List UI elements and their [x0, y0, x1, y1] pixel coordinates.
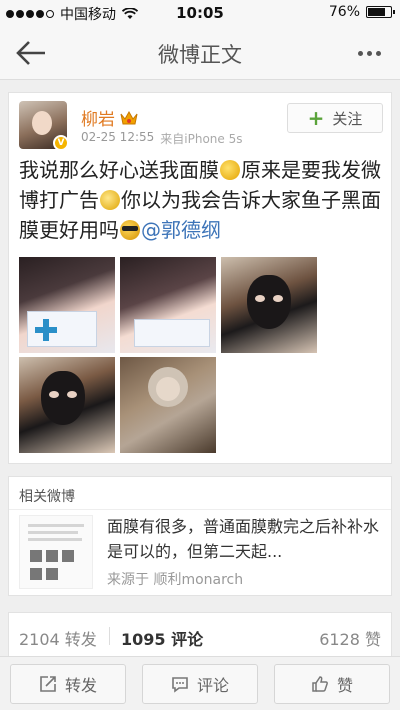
- sunglasses-emoji-icon: [120, 220, 140, 240]
- plus-icon: +: [307, 106, 325, 130]
- thumbs-up-icon: [312, 676, 328, 692]
- username-row: 柳岩: [81, 105, 138, 130]
- status-right: 76%: [328, 4, 395, 20]
- post-source: 来自iPhone 5s: [160, 132, 243, 146]
- follow-label: 关注: [332, 109, 363, 128]
- photo-thumbnail[interactable]: [120, 257, 216, 353]
- post-text-part-1: 我说那么好心送我面膜: [19, 158, 219, 182]
- post-card: V 柳岩 02-25 12:55 来自iPhone 5s + 关注 我说那么好心…: [8, 92, 392, 464]
- comment-icon: [172, 677, 188, 693]
- like-button[interactable]: 赞: [274, 664, 390, 704]
- related-header: 相关微博: [19, 489, 75, 505]
- post-date: 02-25 12:55: [81, 130, 155, 144]
- photo-thumbnail[interactable]: [120, 357, 216, 453]
- more-dots-icon[interactable]: [352, 40, 386, 66]
- battery-percent: 76%: [328, 4, 360, 20]
- related-card[interactable]: 相关微博 面膜有很多，普通面膜敷完之后补补水是可以的，但第二天起... 来源于 …: [8, 476, 392, 596]
- mention-link[interactable]: @郭德纲: [141, 218, 221, 242]
- comment-count[interactable]: 1095 评论: [121, 626, 203, 650]
- repost-label: 转发: [64, 676, 97, 695]
- divider: [109, 627, 110, 645]
- comment-label: 评论: [196, 676, 229, 695]
- repost-button[interactable]: 转发: [10, 664, 126, 704]
- stats-bar: 2104 转发 1095 评论 6128 赞: [8, 612, 392, 656]
- battery-icon: [366, 6, 395, 18]
- comment-button[interactable]: 评论: [142, 664, 258, 704]
- like-label: 赞: [336, 676, 353, 695]
- bottom-toolbar: 转发 评论 赞: [0, 656, 400, 710]
- photo-thumbnail[interactable]: [19, 257, 115, 353]
- sweat-face-emoji-icon: [100, 190, 120, 210]
- page-title: 微博正文: [158, 43, 242, 67]
- related-thumbnail: [19, 515, 93, 589]
- verified-badge: V: [53, 135, 69, 151]
- related-text: 面膜有很多，普通面膜敷完之后补补水是可以的，但第二天起...: [107, 517, 380, 561]
- post-text: 我说那么好心送我面膜 原来是要我发微博打广告 你以为我会告诉大家鱼子黑面膜更好用吗 @…: [19, 155, 385, 245]
- photo-thumbnail[interactable]: [19, 357, 115, 453]
- mask-face-emoji-icon: [220, 160, 240, 180]
- status-bar: 中国移动 10:05 76%: [0, 0, 400, 26]
- like-count[interactable]: 6128 赞: [319, 626, 381, 650]
- photo-thumbnail[interactable]: [221, 257, 317, 353]
- author-name[interactable]: 柳岩: [81, 105, 115, 130]
- crown-icon: [120, 110, 138, 124]
- related-source: 来源于 顺利monarch: [107, 572, 244, 588]
- repost-icon: [40, 676, 56, 692]
- nav-bar: 微博正文: [0, 26, 400, 80]
- divider: [9, 509, 391, 510]
- follow-button[interactable]: + 关注: [287, 103, 383, 133]
- post-meta: 02-25 12:55 来自iPhone 5s: [81, 130, 242, 147]
- repost-count[interactable]: 2104 转发: [19, 626, 97, 650]
